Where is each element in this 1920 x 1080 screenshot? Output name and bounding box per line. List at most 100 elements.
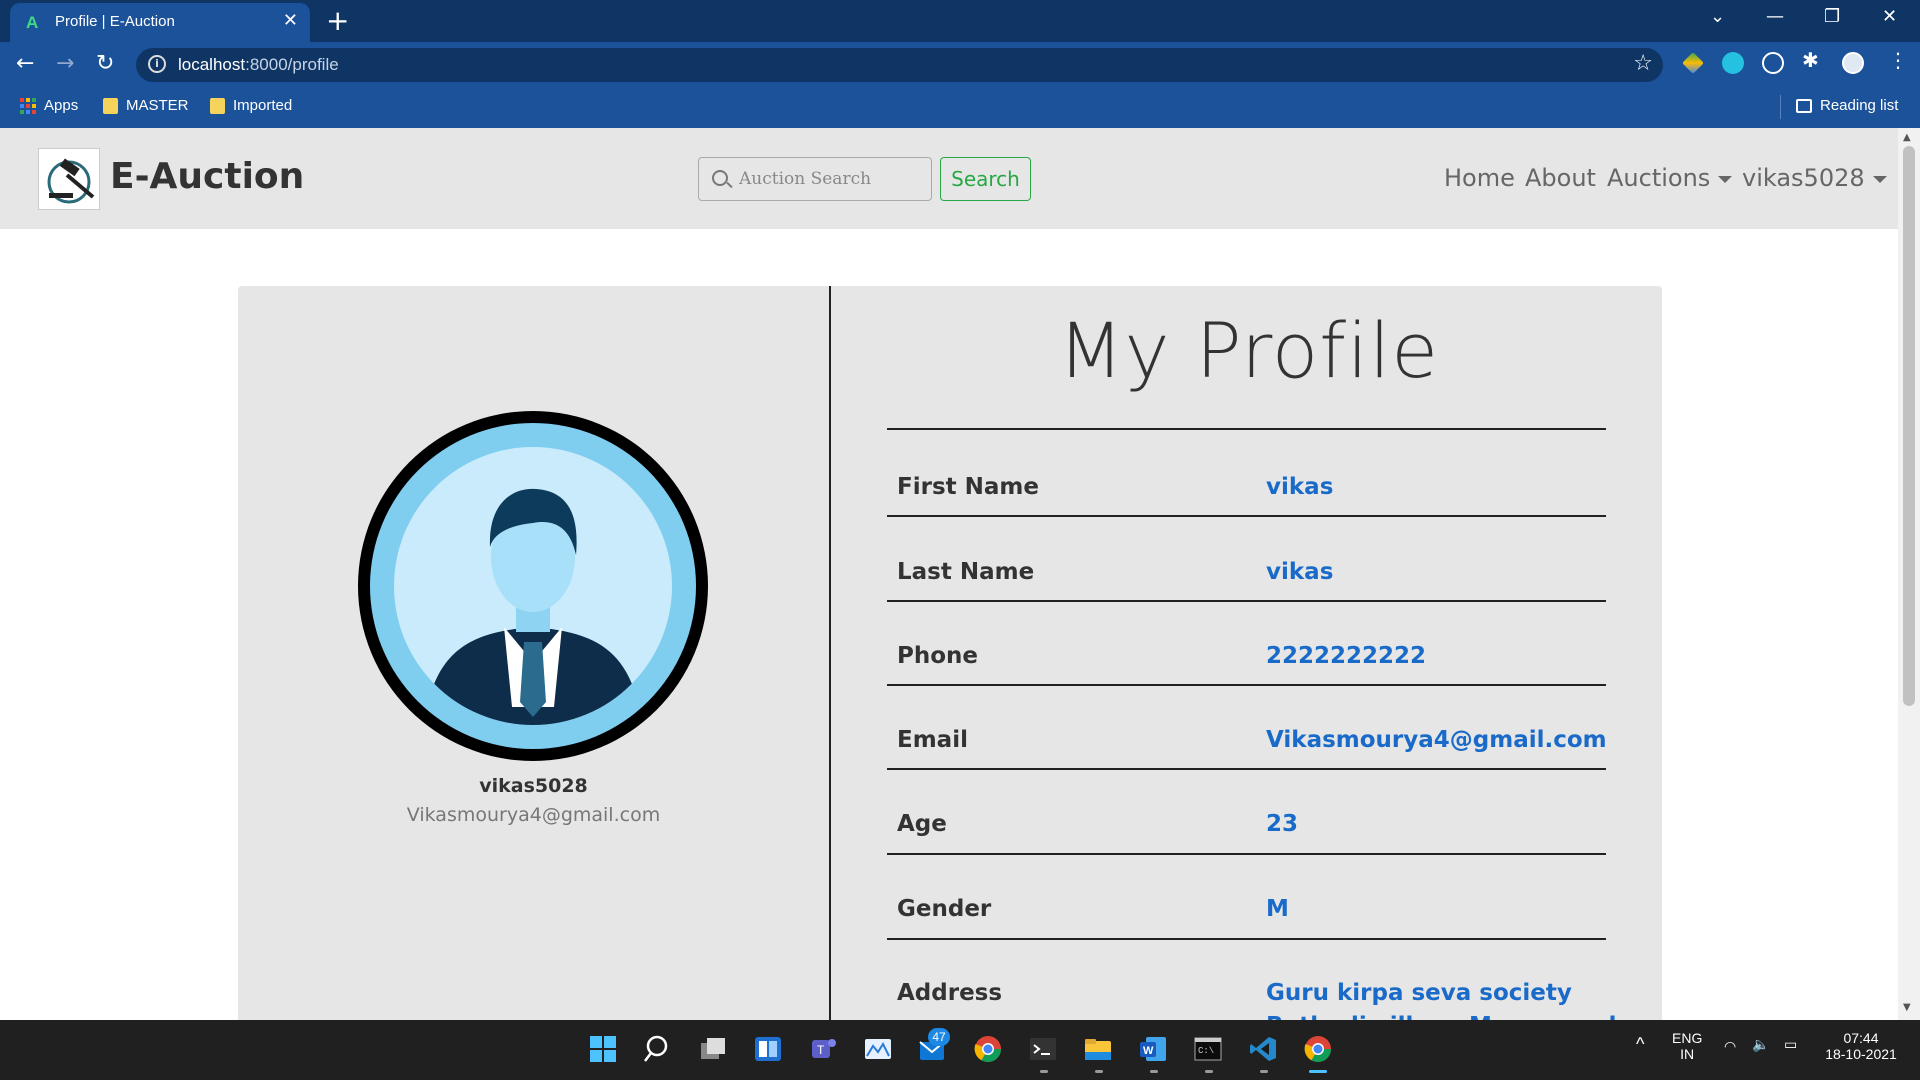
field-value-email: Vikasmourya4@gmail.com xyxy=(1266,727,1607,753)
scroll-up-arrow-icon[interactable]: ▲ xyxy=(1903,132,1911,143)
bookmark-apps[interactable]: Apps xyxy=(20,97,78,114)
word-app-icon[interactable]: W xyxy=(1138,1034,1168,1064)
chrome-menu-icon[interactable]: ⋮ xyxy=(1888,48,1910,72)
reading-list-icon xyxy=(1796,98,1812,113)
file-explorer-icon[interactable] xyxy=(1083,1034,1113,1064)
browser-tab-active[interactable]: A Profile | E-Auction ✕ xyxy=(10,3,310,42)
row-divider xyxy=(887,938,1606,940)
forward-arrow-icon[interactable]: → xyxy=(56,51,74,76)
profile-avatar-icon[interactable] xyxy=(1842,52,1864,74)
bookmark-apps-label: Apps xyxy=(44,97,79,114)
url-host: localhost xyxy=(178,55,246,74)
clock[interactable]: 07:44 18-10-2021 xyxy=(1818,1030,1904,1062)
search-icon[interactable] xyxy=(643,1034,673,1064)
row-divider xyxy=(887,853,1606,855)
android-favicon-icon: A xyxy=(26,13,39,32)
chrome-active-app-icon[interactable] xyxy=(1303,1034,1333,1064)
browser-toolbar: ← → ↻ i localhost:8000/profile ☆ ✱ ⋮ xyxy=(0,42,1920,87)
search-field[interactable] xyxy=(698,157,932,201)
bookmark-imported[interactable]: Imported xyxy=(210,97,292,114)
reading-list-button[interactable]: Reading list xyxy=(1796,97,1898,114)
new-tab-button[interactable]: + xyxy=(326,4,349,37)
running-indicator xyxy=(1150,1070,1158,1073)
bookmark-master-label: MASTER xyxy=(126,97,189,114)
avatar-background xyxy=(394,447,672,725)
bookmarks-separator xyxy=(1780,95,1781,119)
google-drive-extension-icon[interactable] xyxy=(1682,52,1704,74)
atom-extension-icon[interactable] xyxy=(1762,52,1784,74)
businessman-avatar-icon xyxy=(424,488,642,725)
field-label-age: Age xyxy=(897,811,947,837)
nav-auctions-label: Auctions xyxy=(1607,164,1711,192)
restore-button[interactable]: ❐ xyxy=(1824,6,1840,27)
running-indicator xyxy=(1095,1070,1103,1073)
close-window-button[interactable]: ✕ xyxy=(1882,6,1897,27)
back-arrow-icon[interactable]: ← xyxy=(16,51,34,76)
battery-icon[interactable]: ▭ xyxy=(1784,1036,1797,1053)
url-text[interactable]: localhost:8000/profile xyxy=(178,55,339,75)
svg-text:C:\: C:\ xyxy=(1198,1046,1214,1056)
nav-home-link[interactable]: Home xyxy=(1444,164,1515,192)
windows-start-icon[interactable] xyxy=(588,1034,618,1064)
scroll-down-arrow-icon[interactable]: ▼ xyxy=(1903,1002,1911,1013)
brand-name[interactable]: E-Auction xyxy=(110,156,304,197)
bookmark-master[interactable]: MASTER xyxy=(103,97,189,114)
photos-app-icon[interactable] xyxy=(863,1034,893,1064)
row-divider xyxy=(887,515,1606,517)
bookmark-star-icon[interactable]: ☆ xyxy=(1633,51,1653,76)
reload-icon[interactable]: ↻ xyxy=(96,51,114,76)
bookmarks-bar: Apps MASTER Imported Reading list xyxy=(0,87,1920,128)
language-indicator[interactable]: ENG IN xyxy=(1672,1030,1702,1062)
react-devtools-extension-icon[interactable] xyxy=(1722,52,1744,74)
lang-label: ENG xyxy=(1672,1030,1703,1046)
field-value-first-name: vikas xyxy=(1266,474,1334,500)
running-indicator xyxy=(1040,1070,1048,1073)
extensions-puzzle-icon[interactable]: ✱ xyxy=(1802,48,1824,72)
nav-about-link[interactable]: About xyxy=(1525,164,1596,192)
wifi-icon[interactable]: ◠ xyxy=(1724,1038,1736,1055)
tray-chevron-up-icon[interactable]: ^ xyxy=(1636,1034,1644,1055)
teams-chat-icon[interactable]: T xyxy=(808,1034,838,1064)
widgets-icon[interactable] xyxy=(753,1034,783,1064)
row-divider xyxy=(887,768,1606,770)
nav-user-label: vikas5028 xyxy=(1742,164,1865,192)
notification-badge: 47 xyxy=(928,1028,950,1046)
task-view-icon[interactable] xyxy=(698,1034,728,1064)
tab-title: Profile | E-Auction xyxy=(55,13,175,30)
scrollbar-thumb[interactable] xyxy=(1903,146,1915,706)
search-button[interactable]: Search xyxy=(940,157,1031,201)
page-scrollbar[interactable]: ▲ ▼ xyxy=(1898,128,1920,1020)
running-indicator xyxy=(1205,1070,1213,1073)
field-value-address-line2: Rathodi village Marve road xyxy=(1266,1010,1616,1020)
search-input[interactable] xyxy=(739,166,919,192)
tab-close-icon[interactable]: ✕ xyxy=(283,10,298,31)
field-label-email: Email xyxy=(897,727,968,753)
tab-search-chevron-icon[interactable]: ⌄ xyxy=(1710,6,1725,27)
site-navbar: E-Auction Search Home About Auctions vik… xyxy=(0,128,1898,229)
gavel-logo-icon[interactable] xyxy=(38,148,100,210)
field-label-first-name: First Name xyxy=(897,474,1039,500)
chrome-app-icon[interactable] xyxy=(973,1034,1003,1064)
address-bar[interactable]: i localhost:8000/profile ☆ xyxy=(136,48,1663,82)
profile-card: vikas5028 Vikasmourya4@gmail.com My Prof… xyxy=(238,286,1662,1020)
minimize-button[interactable]: — xyxy=(1766,6,1784,27)
clock-time: 07:44 xyxy=(1843,1030,1879,1046)
clock-date: 18-10-2021 xyxy=(1825,1046,1897,1062)
profile-username: vikas5028 xyxy=(479,775,588,797)
field-label-address: Address xyxy=(897,980,1003,1006)
running-indicator xyxy=(1260,1070,1268,1073)
reading-list-label: Reading list xyxy=(1820,97,1899,114)
page-title: My Profile xyxy=(1057,306,1440,395)
volume-icon[interactable]: 🔈 xyxy=(1752,1036,1769,1053)
nav-user-dropdown[interactable]: vikas5028 xyxy=(1742,164,1887,192)
site-info-icon[interactable]: i xyxy=(148,55,166,73)
command-prompt-icon[interactable]: C:\ xyxy=(1193,1034,1223,1064)
apps-grid-icon xyxy=(20,97,36,114)
nav-auctions-dropdown[interactable]: Auctions xyxy=(1607,164,1733,192)
url-path: :8000/profile xyxy=(245,55,339,74)
row-divider xyxy=(887,684,1606,686)
terminal-app-icon[interactable] xyxy=(1028,1034,1058,1064)
vscode-app-icon[interactable] xyxy=(1248,1034,1278,1064)
windows-taskbar: T 47 W C:\ ^ ENG IN ◠ 🔈 ▭ 07:44 18-10-2021 xyxy=(0,1020,1920,1080)
card-vertical-divider xyxy=(829,286,831,1020)
